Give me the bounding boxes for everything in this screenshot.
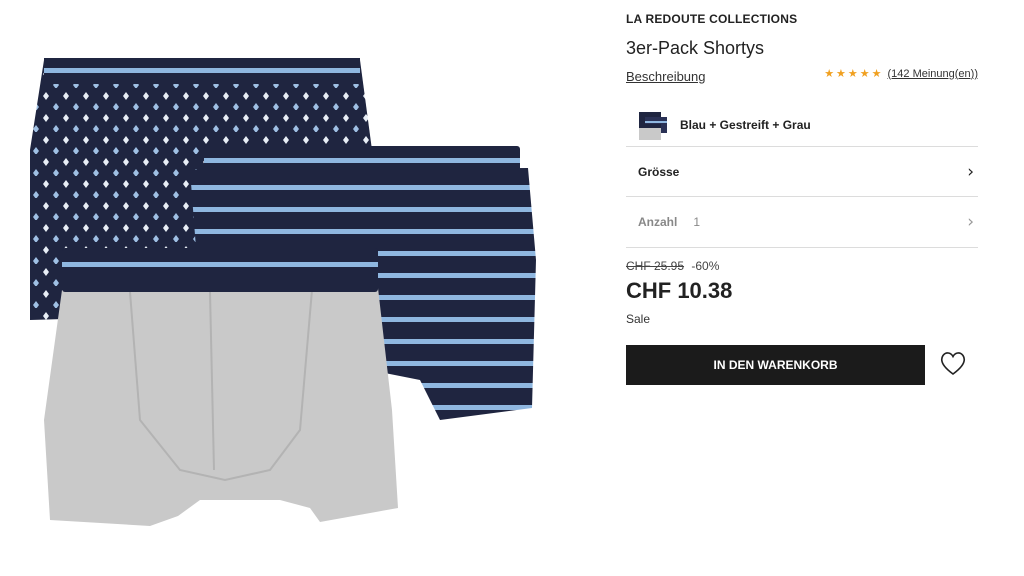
original-price: CHF 25.95 xyxy=(626,259,685,273)
quantity-label: Anzahl xyxy=(638,214,678,229)
add-to-cart-button[interactable]: IN DEN WARENKORB xyxy=(626,345,925,385)
grey-short xyxy=(44,248,398,526)
old-price-line: CHF 25.95 -60% xyxy=(626,259,719,273)
color-variant-selector[interactable]: Blau + Gestreift + Grau xyxy=(626,104,978,146)
variant-label: Blau + Gestreift + Grau xyxy=(680,118,811,132)
product-info-panel: LA REDOUTE COLLECTIONS 3er-Pack Shortys … xyxy=(626,0,978,576)
quantity-value: 1 xyxy=(693,214,701,229)
chevron-right-icon: › xyxy=(967,162,974,182)
heart-outline-icon[interactable] xyxy=(938,349,968,377)
star-rating-icon: ★★★★★ xyxy=(824,68,884,80)
variant-thumbnail xyxy=(639,112,667,140)
product-image[interactable] xyxy=(0,0,590,576)
reviews-link[interactable]: (142 Meinung(en)) xyxy=(888,68,979,80)
size-label: Grösse xyxy=(638,164,680,179)
description-link[interactable]: Beschreibung xyxy=(626,69,706,84)
quantity-selector[interactable]: Anzahl 1 › xyxy=(626,196,978,246)
chevron-right-icon: › xyxy=(967,212,974,232)
divider xyxy=(626,247,978,248)
product-title: 3er-Pack Shortys xyxy=(626,38,765,58)
current-price: CHF 10.38 xyxy=(626,278,733,303)
discount-badge: -60% xyxy=(691,259,720,273)
boxer-shorts-image xyxy=(30,58,536,526)
brand-name[interactable]: LA REDOUTE COLLECTIONS xyxy=(626,12,797,26)
sale-label: Sale xyxy=(626,312,651,326)
rating[interactable]: ★★★★★ (142 Meinung(en)) xyxy=(824,67,979,81)
size-selector[interactable]: Grösse › xyxy=(626,146,978,196)
